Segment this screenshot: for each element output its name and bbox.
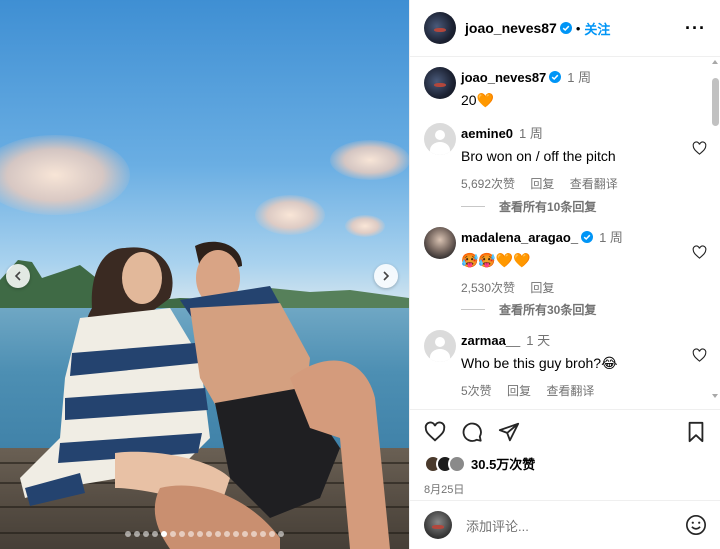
author-avatar[interactable] xyxy=(424,67,456,99)
comment-username[interactable]: madalena_aragao_ xyxy=(461,230,578,245)
verified-badge-icon xyxy=(559,22,572,34)
carousel-dot xyxy=(215,531,221,537)
comment-text: Who be this guy broh?😂 xyxy=(461,355,618,371)
carousel-dot xyxy=(233,531,239,537)
carousel-next-button[interactable] xyxy=(374,264,398,288)
comment-time: 1 天 xyxy=(526,333,551,348)
carousel-dot xyxy=(242,531,248,537)
carousel-dot xyxy=(161,531,167,537)
more-options-button[interactable]: ··· xyxy=(685,18,706,39)
carousel-dot xyxy=(269,531,275,537)
heart-icon[interactable] xyxy=(692,141,707,156)
photo-cloud xyxy=(255,195,325,235)
post-actions: 30.5万次赞 8月25日 xyxy=(410,409,720,505)
comment-time: 1 周 xyxy=(519,126,543,141)
photo-couple xyxy=(20,241,390,549)
carousel-dot xyxy=(134,531,140,537)
carousel-prev-button[interactable] xyxy=(6,264,30,288)
comments-scrollbar[interactable] xyxy=(712,78,719,126)
verified-badge-icon xyxy=(581,231,594,243)
comment-likes-count[interactable]: 5次赞 xyxy=(461,384,492,398)
scroll-down-arrow[interactable] xyxy=(712,394,718,398)
view-replies-button[interactable]: 查看所有30条回复 xyxy=(461,301,596,318)
chevron-left-icon xyxy=(14,271,21,281)
comment-likes-count[interactable]: 2,530次赞 xyxy=(461,281,515,295)
post-date: 8月25日 xyxy=(424,484,465,496)
commenter-avatar[interactable] xyxy=(424,227,456,259)
view-replies-label: 查看所有10条回复 xyxy=(499,200,597,214)
post-side-panel: joao_neves87 • 关注 ··· joao_neves87 1 周 20… xyxy=(409,0,720,549)
emoji-smiley-icon[interactable] xyxy=(685,514,707,536)
add-comment-input[interactable]: 添加评论... xyxy=(466,516,685,535)
translate-button[interactable]: 查看翻译 xyxy=(570,177,618,191)
commenter-avatar[interactable] xyxy=(424,123,456,155)
carousel-dot xyxy=(278,531,284,537)
view-replies-label: 查看所有30条回复 xyxy=(499,303,597,317)
caption-username[interactable]: joao_neves87 xyxy=(461,70,546,85)
carousel-dot xyxy=(188,531,194,537)
caption-text: 20🧡 xyxy=(461,92,495,108)
comment-text: Bro won on / off the pitch xyxy=(461,148,616,164)
reply-button[interactable]: 回复 xyxy=(530,177,554,191)
reply-button[interactable]: 回复 xyxy=(530,281,554,295)
carousel-dot xyxy=(125,531,131,537)
comments-list[interactable]: joao_neves87 1 周 20🧡 aemine0 1 周 Bro won o… xyxy=(410,57,720,409)
carousel-dot xyxy=(179,531,185,537)
liker-avatar[interactable] xyxy=(448,454,466,473)
heart-icon[interactable] xyxy=(692,348,707,363)
carousel-dot xyxy=(206,531,212,537)
follow-button[interactable]: 关注 xyxy=(584,19,610,38)
likes-count[interactable]: 30.5万次赞 xyxy=(471,454,535,473)
carousel-dot xyxy=(251,531,257,537)
comment-bubble-icon[interactable] xyxy=(461,421,483,443)
carousel-dot xyxy=(170,531,176,537)
comment-text: 🥵🥵🧡🧡 xyxy=(461,252,531,268)
scroll-up-arrow[interactable] xyxy=(712,60,718,64)
post-header: joao_neves87 • 关注 ··· xyxy=(410,0,720,57)
current-user-avatar xyxy=(424,511,452,539)
comment-likes-count[interactable]: 5,692次赞 xyxy=(461,177,515,191)
reply-button[interactable]: 回复 xyxy=(507,384,531,398)
carousel-dot xyxy=(152,531,158,537)
add-comment-bar: 添加评论... xyxy=(410,500,720,549)
comment-time: 1 周 xyxy=(599,230,623,245)
author-username[interactable]: joao_neves87 xyxy=(465,20,557,36)
carousel-dot xyxy=(143,531,149,537)
header-separator: • xyxy=(575,20,581,36)
carousel-dot xyxy=(197,531,203,537)
chevron-right-icon xyxy=(383,271,390,281)
photo-cloud xyxy=(330,140,409,180)
photo-cloud xyxy=(345,215,385,237)
author-avatar[interactable] xyxy=(424,12,456,44)
verified-badge-icon xyxy=(549,71,562,83)
bookmark-icon[interactable] xyxy=(685,421,707,443)
carousel-indicator xyxy=(0,531,409,537)
like-heart-icon[interactable] xyxy=(424,421,446,443)
heart-icon[interactable] xyxy=(692,245,707,260)
share-paper-plane-icon[interactable] xyxy=(498,421,520,443)
translate-button[interactable]: 查看翻译 xyxy=(546,384,594,398)
caption-time: 1 周 xyxy=(567,70,592,85)
carousel-dot xyxy=(224,531,230,537)
carousel-dot xyxy=(260,531,266,537)
comment-username[interactable]: aemine0 xyxy=(461,126,513,141)
commenter-avatar[interactable] xyxy=(424,330,456,362)
comment-username[interactable]: zarmaa__ xyxy=(461,333,520,348)
view-replies-button[interactable]: 查看所有10条回复 xyxy=(461,198,596,215)
post-photo xyxy=(0,0,409,549)
